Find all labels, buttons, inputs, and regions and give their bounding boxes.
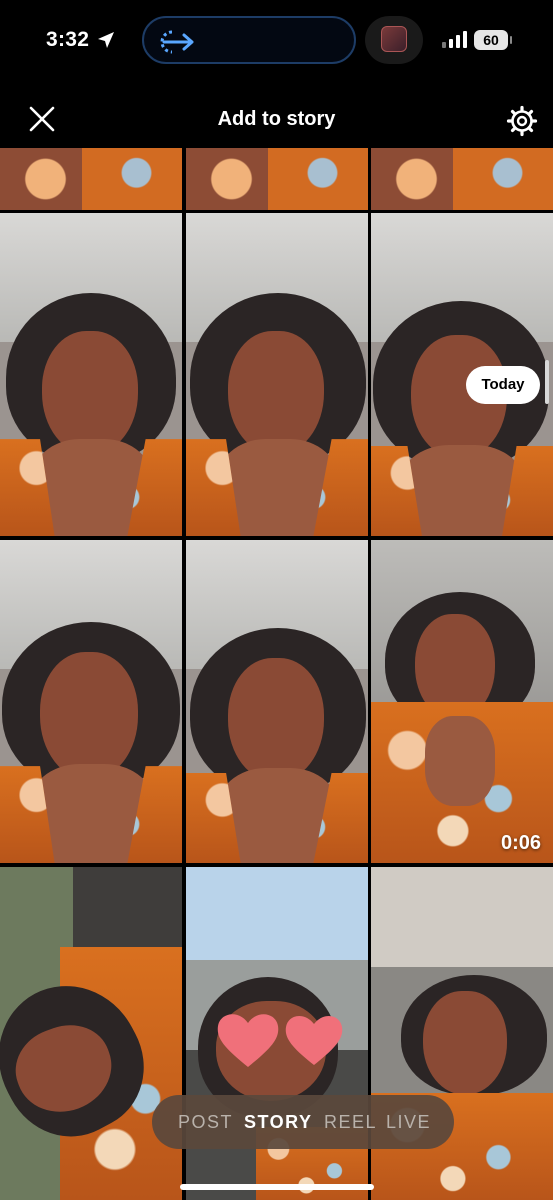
gallery-thumbnail[interactable]	[0, 148, 182, 210]
date-scrub-label[interactable]: Today	[466, 366, 540, 404]
mode-story[interactable]: STORY	[244, 1112, 313, 1133]
gallery-thumbnail[interactable]	[0, 867, 182, 1200]
gallery-thumbnail[interactable]	[186, 148, 368, 210]
gallery-thumbnail[interactable]	[0, 213, 182, 536]
video-duration: 0:06	[500, 832, 541, 854]
gallery-thumbnail[interactable]	[371, 148, 553, 210]
mode-post[interactable]: POST	[178, 1112, 233, 1133]
gallery-thumbnail[interactable]	[371, 867, 553, 1200]
gallery-thumbnail[interactable]	[186, 867, 368, 1200]
status-time: 3:32	[46, 28, 90, 51]
scrollbar[interactable]	[545, 360, 549, 404]
app-thumbnail-icon[interactable]	[365, 16, 423, 64]
page-title: Add to story	[217, 108, 336, 130]
camera-mode-selector: POST STORY REEL LIVE	[152, 1095, 454, 1149]
mode-reel[interactable]: REEL	[324, 1112, 377, 1133]
status-bar: 3:32 60	[0, 0, 553, 84]
back-to-app-icon	[160, 30, 194, 54]
home-indicator[interactable]	[180, 1184, 374, 1190]
media-gallery: 0:06	[0, 148, 553, 1200]
gallery-thumbnail[interactable]	[186, 540, 368, 863]
gear-icon[interactable]	[506, 105, 538, 137]
battery-icon: 60	[474, 30, 512, 50]
location-arrow-icon	[98, 32, 114, 48]
mode-live[interactable]: LIVE	[386, 1112, 431, 1133]
back-to-app-pill[interactable]	[142, 16, 356, 64]
gallery-thumbnail[interactable]	[0, 540, 182, 863]
heart-stickers	[217, 1014, 343, 1067]
story-header: Add to story	[0, 84, 553, 148]
signal-icon	[442, 30, 468, 48]
gallery-thumbnail[interactable]	[186, 213, 368, 536]
video-thumbnail[interactable]: 0:06	[371, 540, 553, 863]
